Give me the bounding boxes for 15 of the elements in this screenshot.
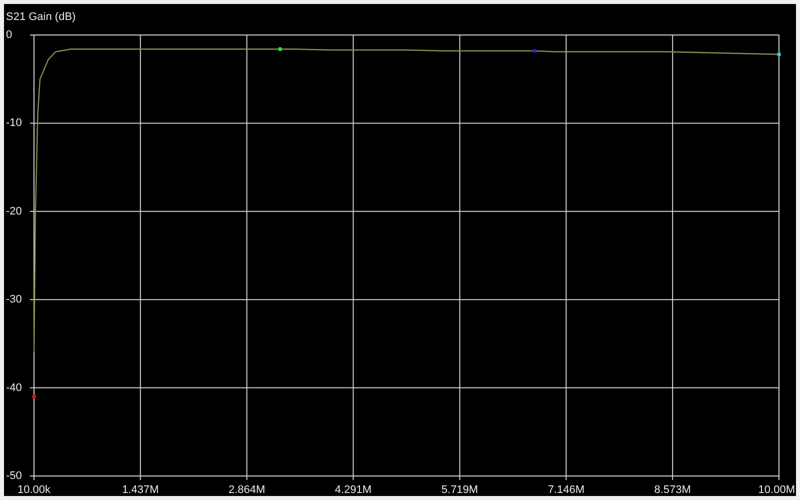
axis-tick-label: -40 bbox=[6, 382, 22, 394]
axis-tick-label: -20 bbox=[6, 205, 22, 218]
axis-tick-label: 4.291M bbox=[334, 484, 372, 496]
axis-tick-label: 2.864M bbox=[228, 484, 266, 496]
axis-tick-label: 7.146M bbox=[548, 484, 585, 496]
axis-tick-label: 10.00M bbox=[758, 484, 795, 496]
axis-tick-label: 1.437M bbox=[122, 484, 159, 496]
axis-tick-label: 10.00k bbox=[17, 484, 51, 496]
axis-tick-label: 8.573M bbox=[654, 484, 691, 496]
axis-tick-label: -30 bbox=[6, 294, 22, 306]
axis-tick-label: -10 bbox=[6, 117, 22, 130]
chart-title: S21 Gain (dB) bbox=[6, 11, 76, 23]
axis-tick-label: -50 bbox=[6, 470, 22, 482]
axis-tick-label: 0 bbox=[6, 29, 12, 41]
axis-tick-label: 5.719M bbox=[441, 484, 478, 496]
